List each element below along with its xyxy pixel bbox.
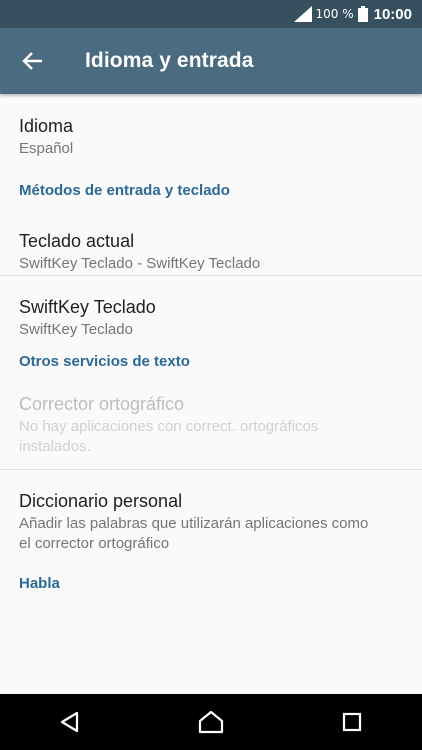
triangle-back-icon [61,711,79,733]
signal-icon [293,6,312,22]
arrow-left-icon [22,52,42,70]
spell-checker-title: Corrector ortográfico [19,394,185,414]
app-bar: Idioma y entrada [0,28,422,94]
spell-checker-setting: Corrector ortográfico No hay aplicacione… [0,380,422,469]
swiftkey-title: SwiftKey Teclado [19,297,156,317]
language-setting[interactable]: Idioma Español [0,94,422,161]
nav-home-button[interactable] [191,702,231,742]
spell-checker-summary-line1: No hay aplicaciones con correct. ortográ… [19,418,319,435]
page-title: Idioma y entrada [85,49,254,72]
current-keyboard-summary: SwiftKey Teclado - SwiftKey Teclado [19,255,261,272]
current-keyboard-setting[interactable]: Teclado actual SwiftKey Teclado - SwiftK… [0,207,422,272]
spell-checker-summary-line2: instalados. [19,438,91,455]
settings-list[interactable]: Idioma Español Métodos de entrada y tecl… [0,94,422,694]
personal-dictionary-summary-line1: Añadir las palabras que utilizarán aplic… [19,515,369,532]
nav-recents-button[interactable] [332,702,372,742]
language-title: Idioma [19,116,74,136]
language-summary: Español [19,140,74,157]
square-recents-icon [342,712,361,732]
nav-back-button[interactable] [50,702,90,742]
clock: 10:00 [373,5,412,23]
personal-dictionary-setting[interactable]: Diccionario personal Añadir las palabras… [0,470,422,562]
swiftkey-keyboard-setting[interactable]: SwiftKey Teclado SwiftKey Teclado [0,276,422,338]
category-input-methods: Métodos de entrada y teclado [19,182,230,199]
personal-dictionary-title: Diccionario personal [19,491,183,511]
status-bar: 100 % 10:00 [0,0,422,28]
personal-dictionary-summary-line2: el corrector ortográfico [19,535,170,552]
current-keyboard-title: Teclado actual [19,231,135,251]
battery-icon [357,6,368,22]
navigation-bar [0,694,422,750]
battery-percent: 100 % [315,7,354,21]
circle-home-icon [198,710,224,734]
category-speech: Habla [19,575,60,592]
back-button[interactable] [21,49,45,73]
